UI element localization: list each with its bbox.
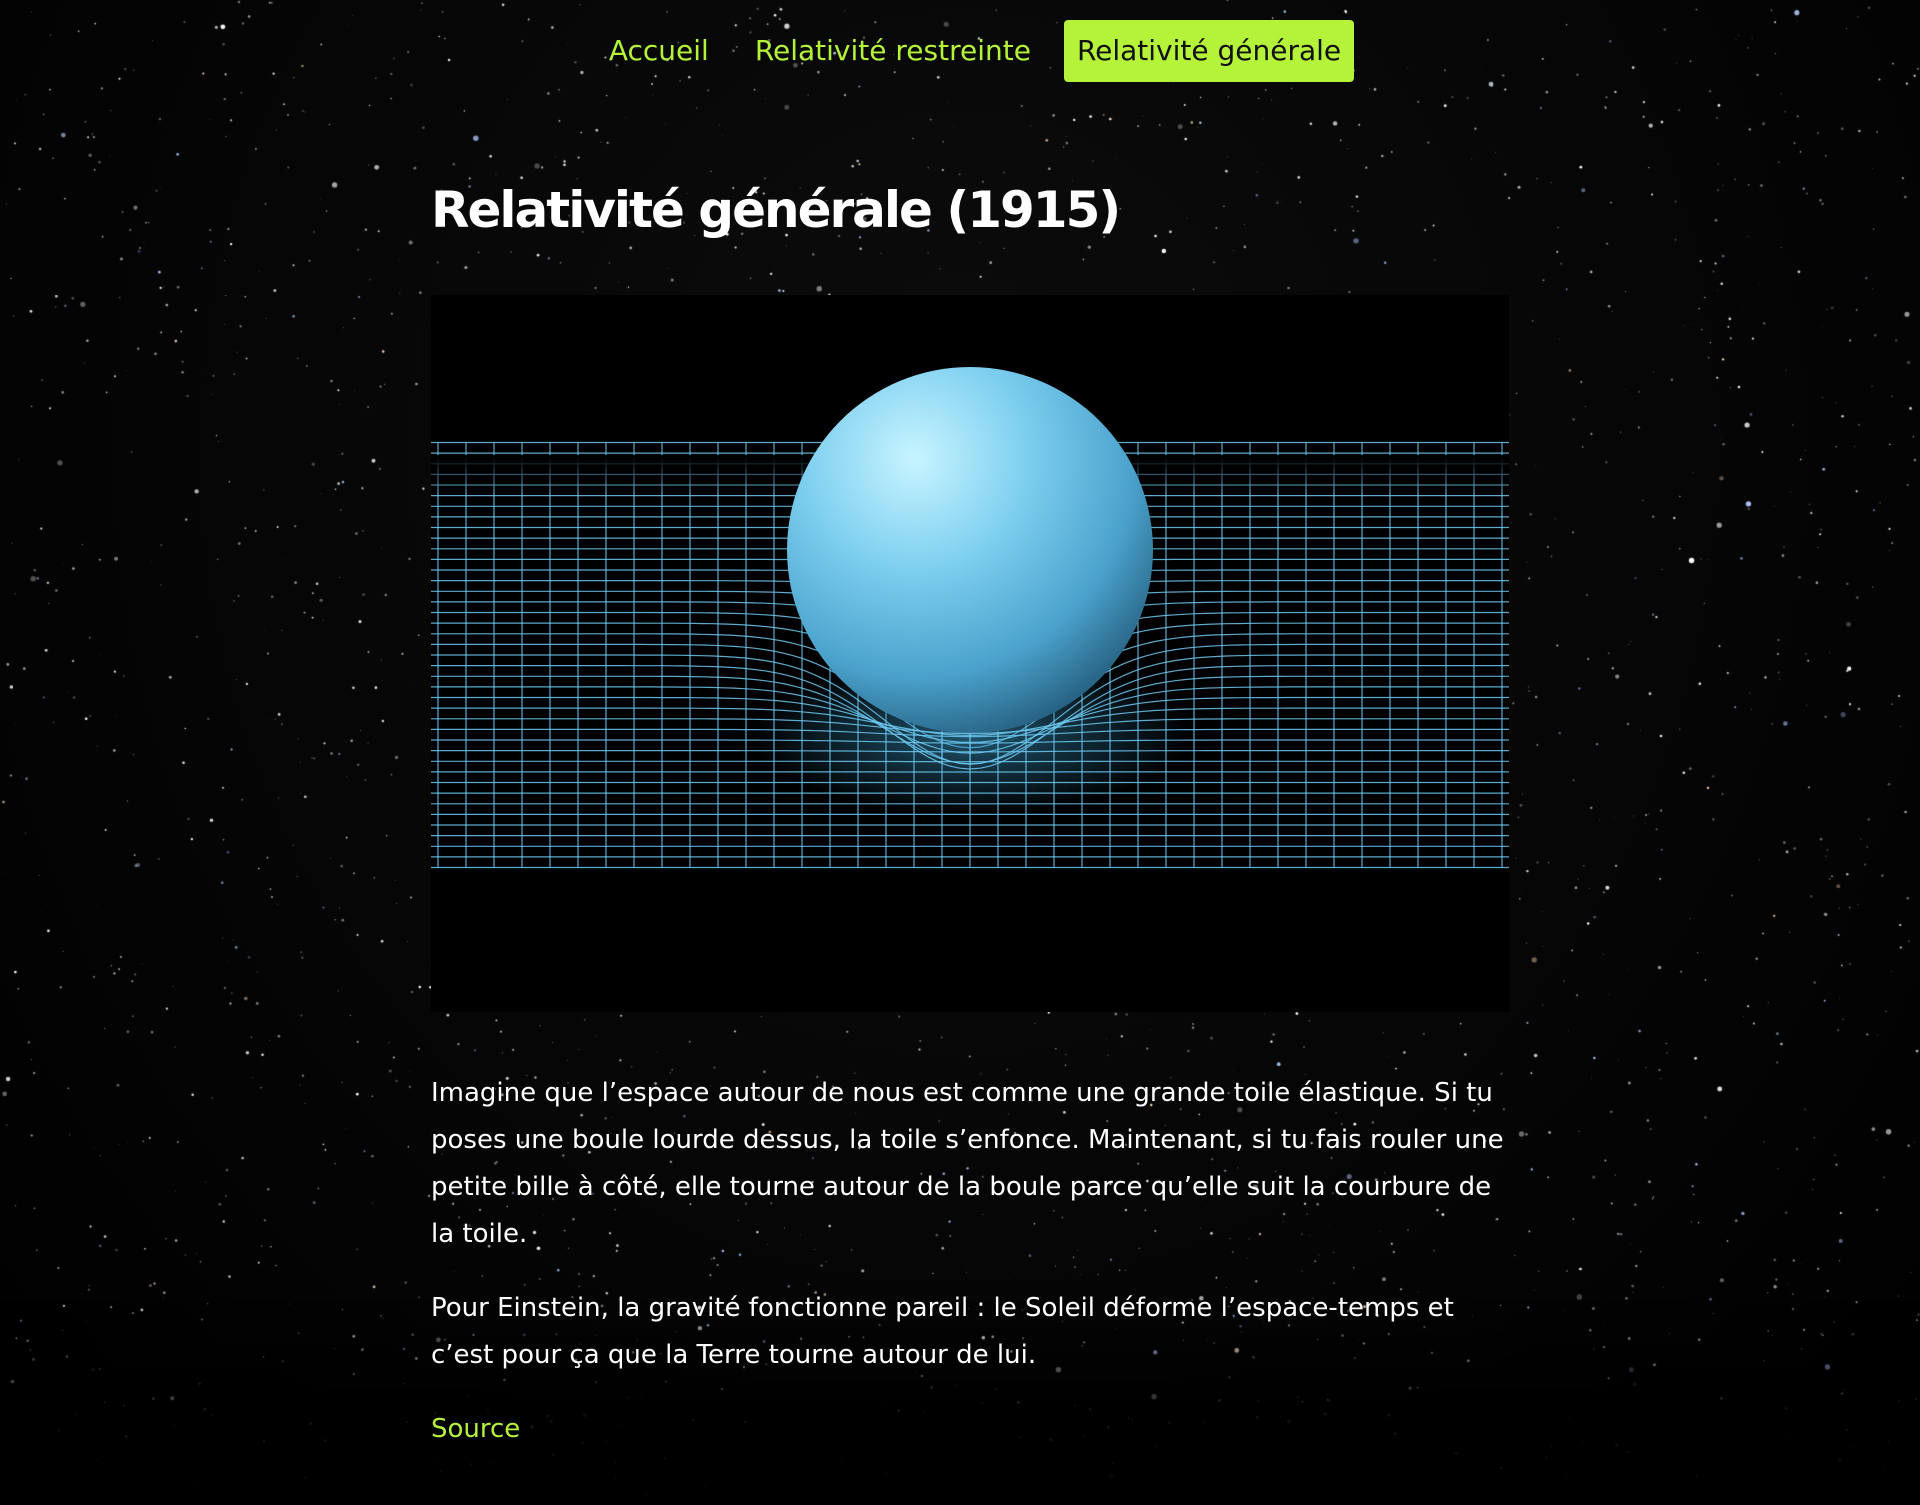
main-nav: Accueil Relativité restreinte Relativité… (0, 20, 1920, 82)
source-link[interactable]: Source (431, 1414, 520, 1444)
spacetime-curvature-image (431, 367, 1509, 869)
nav-item-relativite-generale[interactable]: Relativité générale (1063, 20, 1355, 82)
spacetime-illustration (431, 295, 1509, 1012)
paragraph-1: Imagine que l’espace autour de nous est … (431, 1078, 1504, 1249)
nav-item-relativite-restreinte[interactable]: Relativité restreinte (742, 20, 1044, 82)
page-title: Relativité générale (1915) (431, 181, 1121, 239)
massive-sphere (787, 367, 1153, 733)
paragraph-2: Pour Einstein, la gravité fonctionne par… (431, 1293, 1454, 1370)
nav-item-accueil[interactable]: Accueil (596, 20, 722, 82)
article-body: Imagine que l’espace autour de nous est … (431, 1070, 1509, 1453)
main-content: Relativité générale (1915) Imagine que l… (431, 170, 1509, 1444)
page: Accueil Relativité restreinte Relativité… (0, 0, 1920, 1505)
